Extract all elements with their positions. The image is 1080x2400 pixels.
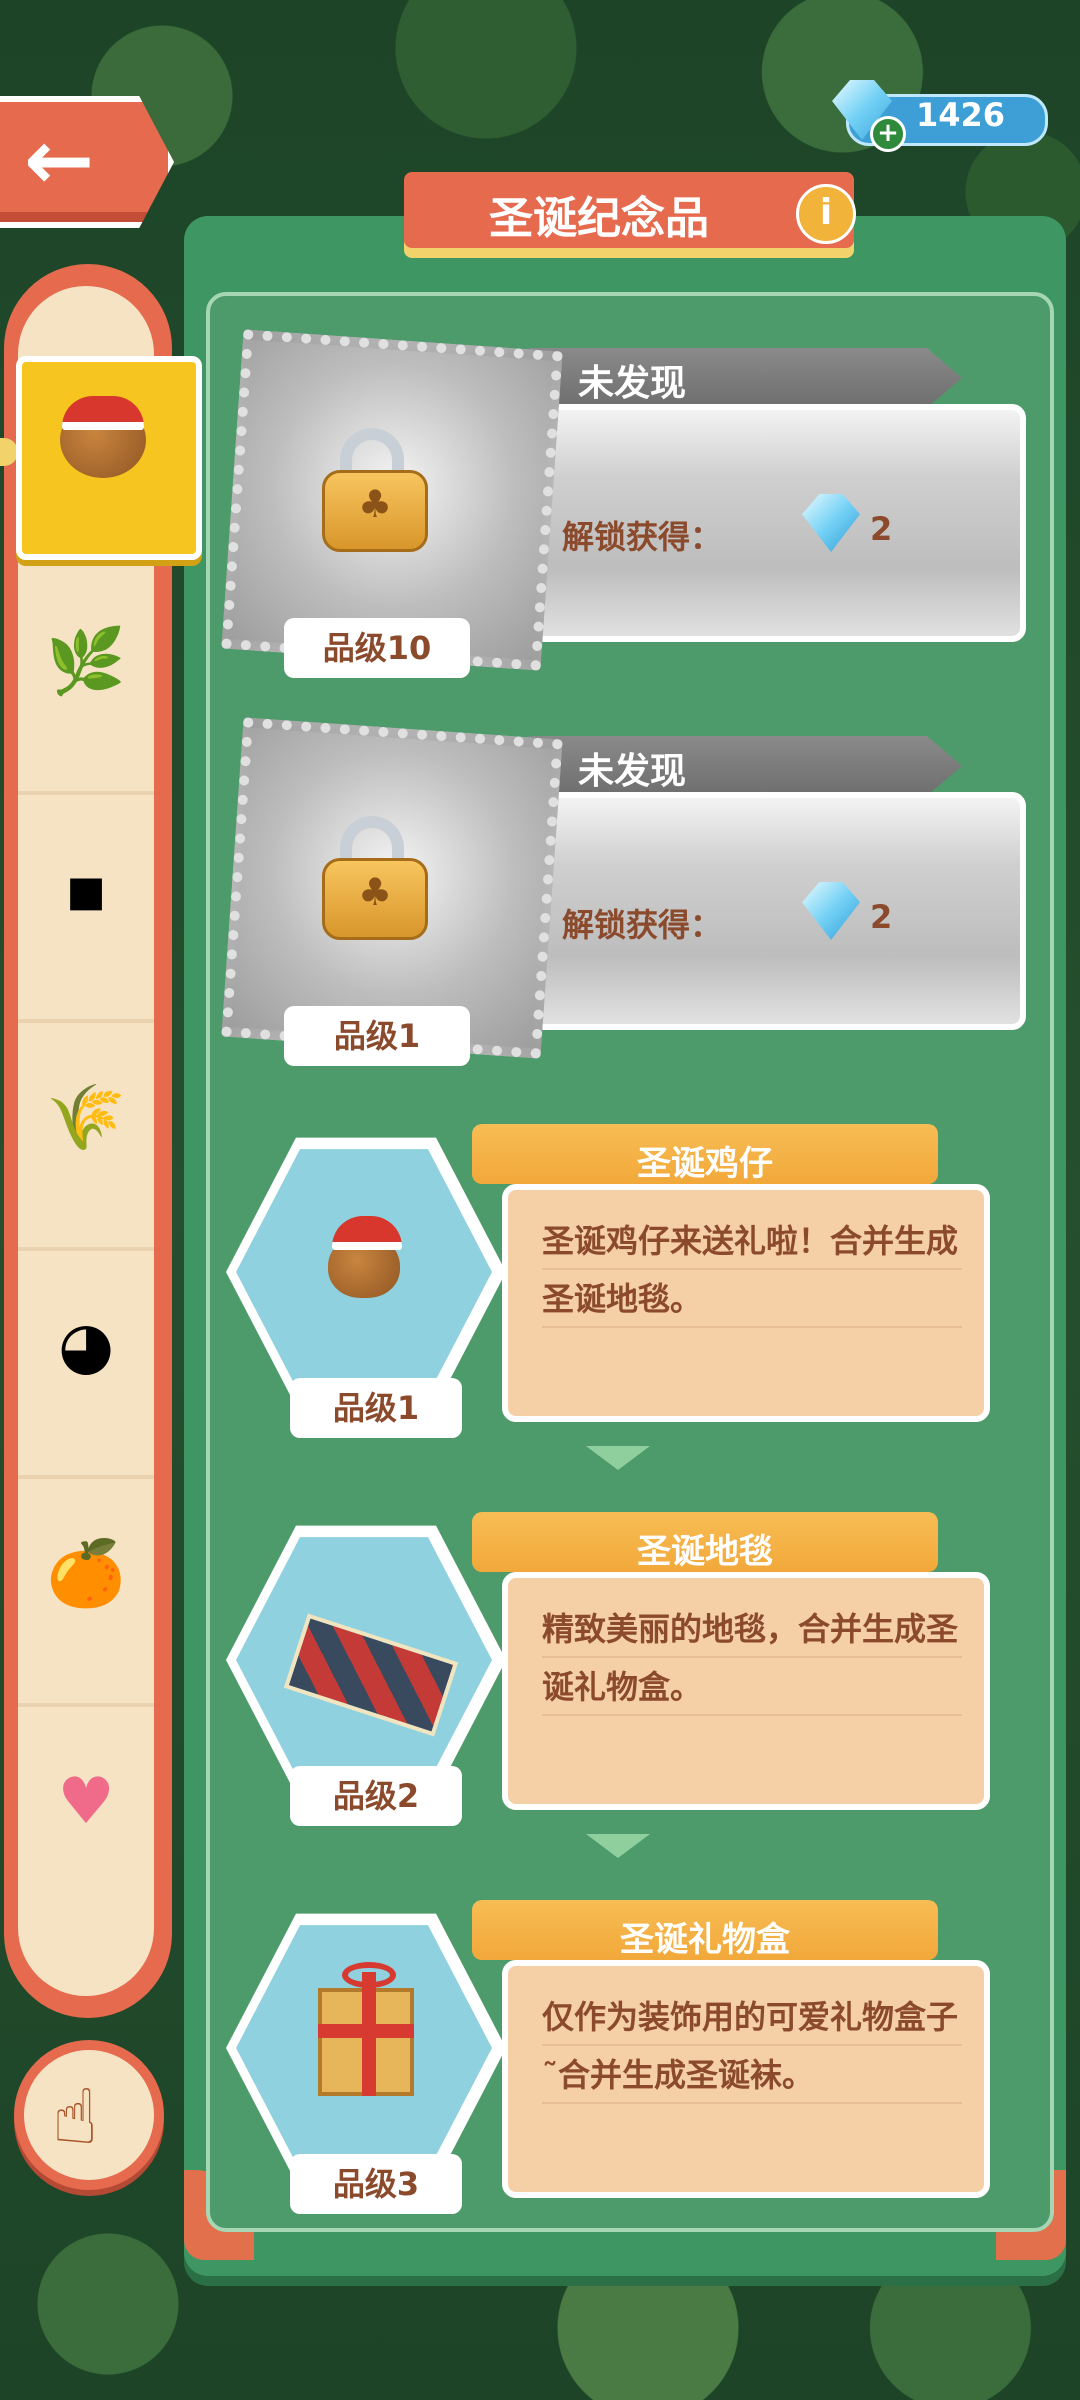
item-name-tab: 圣诞地毯 — [472, 1512, 938, 1572]
item-card[interactable]: 圣诞礼物盒 仅作为装饰用的可爱礼物盒子˜合并生成圣诞袜。 品级3 — [222, 1892, 1022, 2214]
item-description: 圣诞鸡仔来送礼啦！合并生成圣诞地毯。 — [542, 1212, 962, 1328]
cotton-branch-icon: 🌿 — [46, 625, 126, 699]
grade-label: 品级2 — [290, 1766, 462, 1826]
pointing-hand-button[interactable]: ☝ — [14, 2040, 164, 2190]
item-card[interactable]: 圣诞鸡仔 圣诞鸡仔来送礼啦！合并生成圣诞地毯。 品级1 — [222, 1116, 1022, 1438]
sugar-cube-icon: ▪ — [64, 853, 108, 927]
grade-label: 品级3 — [290, 2154, 462, 2214]
chevron-down-icon — [586, 1834, 650, 1858]
sidebar-item-heart[interactable]: ♥ — [18, 1706, 154, 1931]
status-text: 未发现 — [578, 751, 687, 792]
wheat-plant-icon: 🌾 — [46, 1081, 126, 1155]
gift-bow — [342, 1962, 396, 1988]
locked-item-card[interactable]: 未发现 解锁获得： 2 ♣ 品级10 — [221, 329, 1026, 686]
pointing-hand-icon: ☝ — [52, 2072, 99, 2161]
item-name-tab: 圣诞礼物盒 — [472, 1900, 938, 1960]
gem-count: 1426 — [916, 96, 1006, 134]
unlock-label: 解锁获得： — [562, 906, 723, 944]
item-name-tab: 圣诞鸡仔 — [472, 1124, 938, 1184]
item-name: 圣诞地毯 — [637, 1532, 773, 1572]
sidebar-item-dumpling[interactable]: ◕ — [18, 1250, 154, 1479]
reward-count: 2 — [870, 510, 893, 548]
gift-ribbon — [318, 2024, 414, 2038]
sidebar-item-wheat[interactable]: 🌾 — [18, 1022, 154, 1251]
sidebar-item-orange-tree[interactable]: 🍊 — [18, 1478, 154, 1707]
sidebar-item-cotton-branch[interactable]: 🌿 — [18, 566, 154, 795]
plus-icon[interactable]: + — [870, 116, 906, 152]
grade-label: 品级1 — [284, 1006, 470, 1066]
locked-item-card[interactable]: 未发现 解锁获得： 2 ♣ 品级1 — [221, 717, 1026, 1074]
unlock-label: 解锁获得： — [562, 518, 723, 556]
back-button[interactable]: ← — [0, 96, 174, 228]
page-title: 圣诞纪念品 — [489, 193, 709, 244]
chevron-down-icon — [586, 1446, 650, 1470]
info-icon[interactable]: i — [796, 184, 856, 244]
item-name: 圣诞礼物盒 — [620, 1920, 790, 1960]
grade-label: 品级10 — [284, 618, 470, 678]
item-name: 圣诞鸡仔 — [637, 1144, 773, 1184]
heart-icon: ♥ — [57, 1765, 115, 1839]
item-description-box: 精致美丽的地毯，合并生成圣诞礼物盒。 — [502, 1572, 990, 1810]
sidebar-item-sugar-cube[interactable]: ▪ — [18, 794, 154, 1023]
item-description: 仅作为装饰用的可爱礼物盒子˜合并生成圣诞袜。 — [542, 1988, 962, 2104]
item-description-box: 仅作为装饰用的可爱礼物盒子˜合并生成圣诞袜。 — [502, 1960, 990, 2198]
status-text: 未发现 — [578, 363, 687, 404]
back-arrow-icon: ← — [24, 111, 95, 209]
grade-label: 品级1 — [290, 1378, 462, 1438]
lock-icon: ♣ — [322, 816, 428, 940]
item-description-box: 圣诞鸡仔来送礼啦！合并生成圣诞地毯。 — [502, 1184, 990, 1422]
item-card[interactable]: 圣诞地毯 精致美丽的地毯，合并生成圣诞礼物盒。 品级2 — [222, 1504, 1022, 1826]
orange-tree-icon: 🍊 — [46, 1537, 126, 1611]
reward-count: 2 — [870, 898, 893, 936]
lock-icon: ♣ — [322, 428, 428, 552]
dumpling-icon: ◕ — [58, 1309, 114, 1383]
item-description: 精致美丽的地毯，合并生成圣诞礼物盒。 — [542, 1600, 962, 1716]
title-banner: 圣诞纪念品 — [404, 172, 854, 248]
